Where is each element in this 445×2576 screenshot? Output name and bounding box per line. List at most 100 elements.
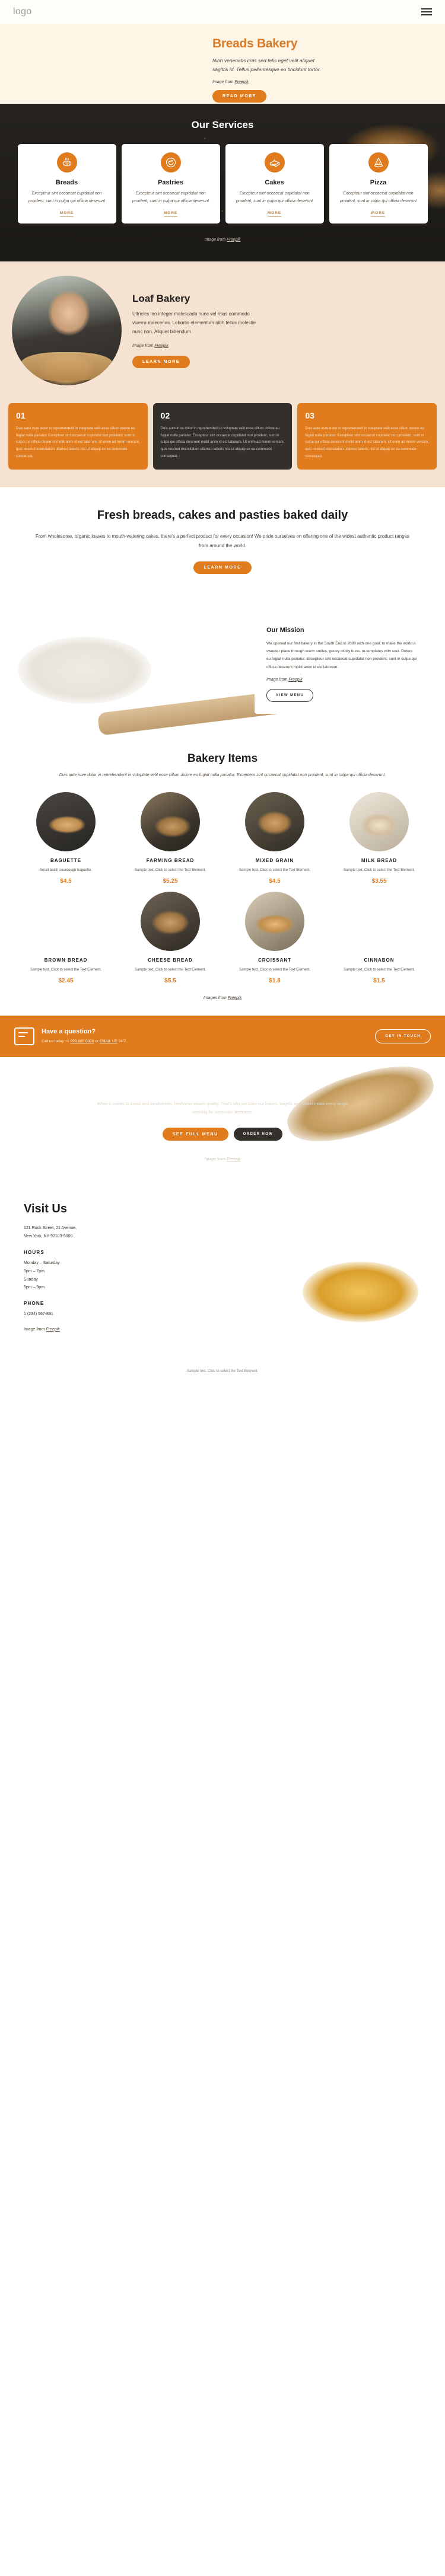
question-title: Have a question?	[42, 1028, 96, 1036]
fresh-breads-section: Fresh breads, cakes and pasties baked da…	[0, 487, 445, 595]
visit-phone-block: PHONE 1 (234) 567-891	[24, 1301, 160, 1319]
product-name: BAGUETTE	[50, 857, 81, 863]
hero-read-more-button[interactable]: READ MORE	[212, 90, 267, 103]
products-grid: BAGUETTE Small batch sourdough baguette.…	[11, 791, 434, 984]
service-card-pizza[interactable]: Pizza Excepteur sint occaecat cupidatat …	[329, 144, 428, 224]
service-card-breads[interactable]: Breads Excepteur sint occaecat cupidatat…	[17, 144, 116, 224]
service-card-pastries[interactable]: Pastries Excepteur sint occaecat cupidat…	[121, 144, 220, 224]
product-name: CHEESE BREAD	[148, 957, 193, 963]
product-name: MILK BREAD	[361, 857, 398, 863]
freepik-link[interactable]: Freepik	[227, 1157, 240, 1161]
product-photo	[349, 791, 409, 851]
visit-address: 121 Rock Street, 21 Avenue, New York, NY…	[24, 1226, 77, 1238]
mission-card: Our Mission We opened our first bakery i…	[255, 615, 430, 714]
numbered-cards-section: 01 Duis aute irure dolor in reprehenderi…	[0, 400, 445, 488]
numbered-card-02: 02 Duis aute irure dolor in reprehenderi…	[152, 403, 293, 470]
card-number: 03	[305, 410, 314, 420]
roll-proof-bake-section: Roll, proof, and bake. Every day. When i…	[0, 1057, 445, 1183]
service-more-link[interactable]: MORE	[267, 211, 282, 217]
service-desc: Excepteur sint occaecat cupidatat non pr…	[236, 191, 313, 203]
freepik-link[interactable]: Freepik	[154, 344, 168, 348]
visit-us-section: Visit Us 121 Rock Street, 21 Avenue, New…	[0, 1183, 445, 1361]
mission-desc: We opened our first bakery in the South …	[266, 641, 417, 669]
loaf-desc: Ultricies leo integer malesuada nunc vel…	[132, 311, 256, 334]
card-desc: Duis aute irure dolor in reprehenderit i…	[160, 426, 285, 458]
product-card[interactable]: MILK BREAD Sample text. Click to select …	[329, 791, 429, 885]
service-more-link[interactable]: MORE	[59, 211, 74, 217]
page-root: logo Breads Bakery Nibh venenatis cras s…	[0, 0, 445, 1383]
footer-text: Sample text. Click to select the Text El…	[187, 1370, 258, 1374]
freepik-link[interactable]: Freepik	[288, 678, 302, 682]
service-more-link[interactable]: MORE	[371, 211, 386, 217]
hero-content: Breads Bakery Nibh venenatis cras sed fe…	[196, 24, 445, 104]
product-photo	[36, 892, 96, 951]
get-in-touch-button[interactable]: GET IN TOUCH	[375, 1029, 431, 1044]
loaf-content: Loaf Bakery Ultricies leo integer malesu…	[132, 293, 433, 368]
product-photo	[245, 791, 304, 851]
logo[interactable]: logo	[13, 7, 31, 17]
bakery-items-section: Bakery Items Duis aute irure dolor in re…	[0, 734, 445, 1016]
view-menu-button[interactable]: VIEW MENU	[266, 688, 314, 702]
product-price: $5.5	[164, 978, 176, 985]
product-price: $3.55	[371, 878, 387, 885]
product-name: MIXED GRAIN	[255, 857, 294, 863]
product-desc: Sample text. Click to select the Text El…	[239, 968, 310, 972]
cake-slice-icon	[264, 152, 285, 173]
services-image-credit: Image from Freepik	[204, 237, 241, 242]
freepik-link[interactable]: Freepik	[227, 238, 240, 242]
product-price: $1.5	[373, 978, 385, 985]
product-desc: Sample text. Click to select the Text El…	[344, 868, 415, 872]
loaf-learn-more-button[interactable]: LEARN MORE	[132, 355, 190, 368]
service-title: Breads	[55, 179, 78, 186]
phone-link[interactable]: 999 888 0000	[71, 1039, 94, 1043]
services-section: Our Services Breads Excepteur sint occae…	[0, 104, 445, 261]
loaf-title: Loaf Bakery	[132, 293, 190, 305]
loaf-bakery-section: Loaf Bakery Ultricies leo integer malesu…	[0, 261, 445, 401]
site-footer: Sample text. Click to select the Text El…	[0, 1361, 445, 1383]
product-price: $1.8	[269, 978, 281, 985]
baker-photo	[12, 275, 122, 385]
site-header: logo	[0, 0, 445, 24]
product-card[interactable]: BAGUETTE Small batch sourdough baguette.…	[16, 791, 116, 885]
product-price: $2.45	[58, 978, 74, 985]
hours-line: Sunday	[24, 1277, 38, 1282]
email-link[interactable]: EMAIL US	[100, 1039, 117, 1043]
visit-content: Visit Us 121 Rock Street, 21 Avenue, New…	[24, 1202, 160, 1331]
product-desc: Sample text. Click to select the Text El…	[135, 968, 206, 972]
loaf-image-credit: Image from Freepik	[132, 343, 169, 348]
service-title: Pastries	[158, 179, 183, 186]
phone-number[interactable]: 1 (234) 567-891	[24, 1310, 160, 1319]
mission-section: Our Mission We opened our first bakery i…	[0, 595, 445, 735]
product-price: $4.5	[269, 878, 281, 885]
hamburger-menu-icon[interactable]	[421, 8, 432, 15]
product-card[interactable]: CINNABON Sample text. Click to select th…	[329, 892, 429, 984]
see-full-menu-button[interactable]: SEE FULL MENU	[162, 1128, 228, 1141]
freepik-link[interactable]: Freepik	[234, 80, 248, 84]
product-card[interactable]: CHEESE BREAD Sample text. Click to selec…	[120, 892, 220, 984]
chat-bubble-icon	[14, 1027, 34, 1046]
visit-image-credit: Image from Freepik	[24, 1327, 60, 1332]
product-card[interactable]: CROISSANT Sample text. Click to select t…	[225, 892, 325, 984]
order-now-button[interactable]: ORDER NOW	[233, 1128, 283, 1141]
product-photo	[141, 791, 200, 851]
service-card-cakes[interactable]: Cakes Excepteur sint occaecat cupidatat …	[225, 144, 324, 224]
product-name: CINNABON	[364, 957, 395, 963]
question-cta-bar: Have a question? Call us today +1 999 88…	[0, 1016, 445, 1058]
product-desc: Sample text. Click to select the Text El…	[30, 968, 101, 972]
product-name: FARMING BREAD	[146, 857, 195, 863]
hero-subtitle: Nibh venenatis cras sed felis eget velit…	[212, 58, 321, 72]
product-card[interactable]: BROWN BREAD Sample text. Click to select…	[16, 892, 116, 984]
product-card[interactable]: FARMING BREAD Sample text. Click to sele…	[120, 791, 220, 885]
freepik-link[interactable]: Freepik	[46, 1327, 59, 1332]
services-cards: Breads Excepteur sint occaecat cupidatat…	[0, 144, 445, 224]
product-photo	[36, 791, 96, 851]
product-card[interactable]: MIXED GRAIN Sample text. Click to select…	[225, 791, 325, 885]
fresh-learn-more-button[interactable]: LEARN MORE	[193, 561, 252, 574]
services-title: Our Services	[191, 119, 254, 130]
hero-title: Breads Bakery	[212, 37, 298, 50]
freepik-link[interactable]: Freepik	[228, 996, 241, 1000]
product-photo	[141, 892, 200, 952]
visit-hours-block: HOURS Monday – Saturday 5pm – 7pm Sunday…	[24, 1250, 160, 1292]
service-more-link[interactable]: MORE	[163, 211, 178, 217]
roll-title: Roll, proof, and bake. Every day.	[131, 1080, 314, 1093]
